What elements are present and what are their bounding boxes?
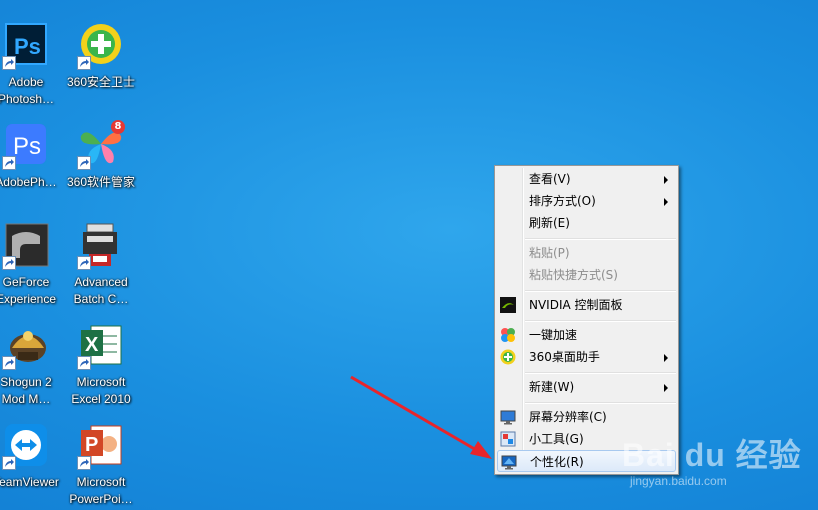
baidu-jingyan-watermark: Bai du 经验 jingyan.baidu.com (622, 430, 802, 488)
watermark-url: jingyan.baidu.com (630, 474, 727, 488)
watermark-logo: Bai du 经验 (622, 437, 802, 473)
